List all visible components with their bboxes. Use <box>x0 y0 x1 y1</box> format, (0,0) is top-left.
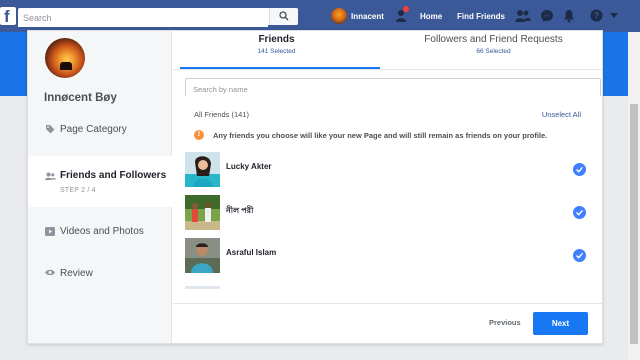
help-icon[interactable]: ? <box>590 9 603 22</box>
friend-photo <box>185 281 220 289</box>
steps-sidebar: Innøcent Bøy Page Category Friends and F… <box>28 31 172 343</box>
friend-photo <box>185 238 220 273</box>
warning-icon: ! <box>194 130 204 140</box>
global-search <box>18 8 298 27</box>
page-profile-picture <box>45 38 85 78</box>
sidebar-item-label: Friends and Followers <box>60 170 167 181</box>
check-icon <box>576 166 583 173</box>
svg-text:?: ? <box>594 11 600 21</box>
previous-button[interactable]: Previous <box>489 318 521 327</box>
sidebar-item-review[interactable]: Review <box>28 253 172 303</box>
friend-search-input[interactable] <box>186 81 600 98</box>
all-friends-count: All Friends (141) <box>194 110 250 119</box>
tag-icon <box>46 125 55 134</box>
chevron-down-icon[interactable] <box>610 13 618 19</box>
tab-count: 66 Selected <box>476 48 511 55</box>
friend-row[interactable]: Asraful Islam <box>185 238 590 274</box>
friend-photo <box>185 195 220 230</box>
divider <box>173 303 603 304</box>
global-search-input[interactable] <box>18 9 268 27</box>
friend-row[interactable]: নীল পরী <box>185 195 590 231</box>
friend-requests-icon[interactable] <box>515 9 531 23</box>
search-icon <box>279 11 289 21</box>
sidebar-item-label: Review <box>60 268 93 279</box>
find-friends-link[interactable]: Find Friends <box>457 12 505 21</box>
create-page-dialog: Innøcent Bøy Page Category Friends and F… <box>27 30 603 344</box>
scrollbar-thumb[interactable] <box>630 104 638 344</box>
check-icon <box>576 209 583 216</box>
friend-search <box>185 78 601 98</box>
notice-text: Any friends you choose will like your ne… <box>213 131 548 140</box>
search-button[interactable] <box>269 8 298 25</box>
sidebar-item-label: Videos and Photos <box>60 226 144 237</box>
top-navigation-bar: f Innacent Home Find Friends ? <box>0 0 640 32</box>
avatar <box>331 8 347 24</box>
facebook-logo[interactable]: f <box>0 7 16 26</box>
video-icon <box>45 227 55 236</box>
friend-name: নীল পরী <box>226 206 254 215</box>
friend-photo <box>185 152 220 187</box>
step-indicator: STEP 2 / 4 <box>60 187 96 194</box>
selected-checkbox[interactable] <box>573 163 586 176</box>
tab-friends[interactable]: Friends 141 Selected <box>173 31 380 68</box>
notification-badge <box>403 6 409 12</box>
messenger-icon[interactable] <box>540 9 554 23</box>
eye-icon <box>45 269 55 276</box>
friend-row-partial <box>185 281 590 289</box>
tab-label: Followers and Friend Requests <box>424 34 563 45</box>
next-button[interactable]: Next <box>533 312 588 335</box>
unselect-all-link[interactable]: Unselect All <box>542 110 581 119</box>
friend-name: Lucky Akter <box>226 162 272 171</box>
selected-checkbox[interactable] <box>573 249 586 262</box>
sidebar-item-label: Page Category <box>60 124 127 135</box>
tab-label: Friends <box>258 34 295 45</box>
page-name: Innøcent Bøy <box>44 92 117 104</box>
bell-icon[interactable] <box>563 9 575 23</box>
divider <box>173 69 603 70</box>
profile-link[interactable]: Innacent <box>331 7 384 25</box>
friends-selection-panel: Friends 141 Selected Followers and Frien… <box>173 31 603 343</box>
home-link[interactable]: Home <box>420 12 442 21</box>
profile-name: Innacent <box>351 11 384 21</box>
check-icon <box>576 252 583 259</box>
people-icon <box>45 172 56 180</box>
sidebar-item-page-category[interactable]: Page Category <box>28 106 172 156</box>
friend-row[interactable]: Lucky Akter <box>185 152 590 188</box>
sidebar-item-friends-and-followers[interactable]: Friends and Followers STEP 2 / 4 <box>28 156 172 207</box>
tab-followers-and-friend-requests[interactable]: Followers and Friend Requests 66 Selecte… <box>390 31 597 68</box>
selected-checkbox[interactable] <box>573 206 586 219</box>
tab-count: 141 Selected <box>257 48 296 55</box>
friend-name: Asraful Islam <box>226 248 277 257</box>
